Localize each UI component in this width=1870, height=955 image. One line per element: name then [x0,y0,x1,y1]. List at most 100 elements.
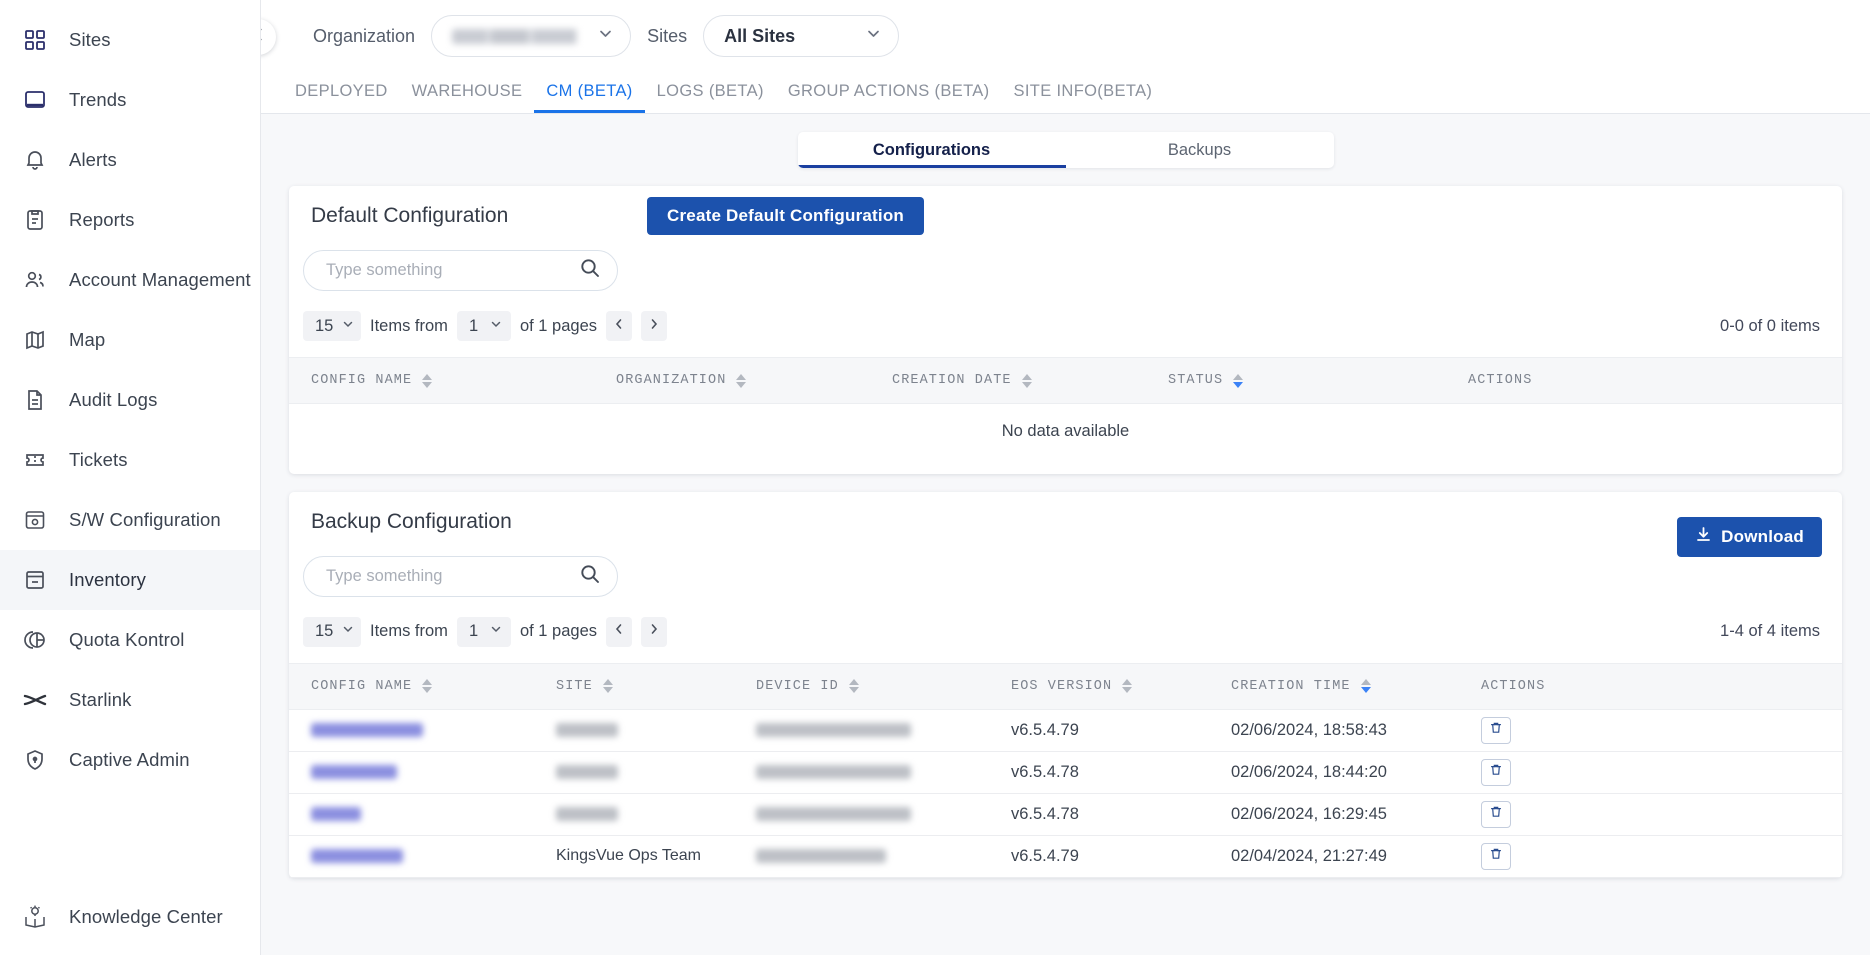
sort-toggle[interactable] [1361,679,1371,693]
backup-prev-page-button[interactable] [606,617,632,647]
cell-actions [1459,835,1842,877]
sidebar-collapse-button[interactable] [261,19,276,55]
sidebar-item-alerts[interactable]: Alerts [0,130,260,190]
chevron-down-icon [489,317,503,336]
column-eos-version[interactable]: EOS VERSION [989,663,1209,709]
column-creation-date[interactable]: CREATION DATE [870,358,1146,404]
sidebar-item-starlink[interactable]: Starlink [0,670,260,730]
organization-select[interactable] [431,15,631,57]
column-organization[interactable]: ORGANIZATION [594,358,870,404]
default-table-body: No data available [289,404,1842,460]
default-prev-page-button[interactable] [606,311,632,341]
tab-logs-beta[interactable]: LOGS (BETA) [645,82,776,113]
cell-config-name[interactable] [289,793,534,835]
backup-of-pages-label: of 1 pages [520,622,597,641]
table-row[interactable]: v6.5.4.79 02/06/2024, 18:58:43 [289,709,1842,751]
default-configuration-card: Default Configuration Create Default Con… [289,186,1842,474]
organization-label: Organization [313,26,415,47]
column-label: CREATION DATE [892,373,1012,388]
backup-configuration-title: Backup Configuration [289,510,512,534]
chevron-down-icon [341,622,355,641]
download-button[interactable]: Download [1677,517,1822,557]
sort-toggle[interactable] [1122,679,1132,693]
default-next-page-button[interactable] [641,311,667,341]
sidebar: Sites Trends Alerts [0,0,261,955]
bell-icon [21,146,49,174]
search-icon[interactable] [579,257,601,284]
sort-toggle[interactable] [603,679,613,693]
tab-cm-beta[interactable]: CM (BETA) [534,82,644,113]
sort-toggle[interactable] [849,679,859,693]
sidebar-item-label: Trends [69,89,127,111]
default-page-size-select[interactable]: 15 [303,311,361,341]
sidebar-item-captive-admin[interactable]: Captive Admin [0,730,260,790]
table-row[interactable]: KingsVue Ops Team v6.5.4.79 02/04/2024, … [289,835,1842,877]
column-status[interactable]: STATUS [1146,358,1446,404]
backup-search-input[interactable] [326,567,556,586]
cell-config-name[interactable] [289,709,534,751]
backup-page-size-select[interactable]: 15 [303,617,361,647]
table-row[interactable]: v6.5.4.78 02/06/2024, 16:29:45 [289,793,1842,835]
chevron-down-icon [865,25,882,47]
sort-toggle[interactable] [1233,374,1243,388]
sort-toggle[interactable] [422,374,432,388]
sidebar-item-sw-configuration[interactable]: S/W Configuration [0,490,260,550]
sidebar-item-account-management[interactable]: Account Management [0,250,260,310]
sidebar-item-inventory[interactable]: Inventory [0,550,260,610]
sidebar-item-trends[interactable]: Trends [0,70,260,130]
column-site[interactable]: SITE [534,663,734,709]
tab-deployed[interactable]: DEPLOYED [283,82,400,113]
sidebar-item-quota-kontrol[interactable]: Quota Kontrol [0,610,260,670]
column-config-name[interactable]: CONFIG NAME [289,663,534,709]
delete-row-button[interactable] [1481,717,1511,744]
tab-group-actions-beta[interactable]: GROUP ACTIONS (BETA) [776,82,1002,113]
column-creation-time[interactable]: CREATION TIME [1209,663,1459,709]
sort-toggle[interactable] [736,374,746,388]
sidebar-item-label: S/W Configuration [69,509,221,531]
cell-config-name[interactable] [289,751,534,793]
default-page-number-select[interactable]: 1 [457,311,511,341]
sidebar-item-audit-logs[interactable]: Audit Logs [0,370,260,430]
cell-actions [1459,793,1842,835]
tab-site-info-beta[interactable]: SITE INFO(BETA) [1001,82,1164,113]
cell-eos-version: v6.5.4.79 [989,709,1209,751]
delete-row-button[interactable] [1481,759,1511,786]
sidebar-item-map[interactable]: Map [0,310,260,370]
tab-warehouse[interactable]: WAREHOUSE [400,82,535,113]
delete-row-button[interactable] [1481,843,1511,870]
sidebar-item-label: Audit Logs [69,389,157,411]
column-config-name[interactable]: CONFIG NAME [289,358,594,404]
sidebar-item-tickets[interactable]: Tickets [0,430,260,490]
default-search-input[interactable] [326,261,556,280]
backup-items-count: 1-4 of 4 items [1720,622,1820,641]
table-row[interactable]: v6.5.4.78 02/06/2024, 18:44:20 [289,751,1842,793]
search-icon[interactable] [579,563,601,590]
pie-chart-icon [21,626,49,654]
sites-select[interactable]: All Sites [703,15,899,57]
cell-config-name[interactable] [289,835,534,877]
backup-pager: 15 Items from 1 of 1 pages [289,597,1842,663]
default-search-box[interactable] [303,250,618,291]
backup-search-box[interactable] [303,556,618,597]
column-label: STATUS [1168,373,1223,388]
backup-page-number-select[interactable]: 1 [457,617,511,647]
sidebar-item-knowledge-center[interactable]: Knowledge Center [0,887,260,947]
create-default-configuration-button[interactable]: Create Default Configuration [647,197,924,235]
default-table-head: CONFIG NAME ORGANIZATION [289,358,1842,404]
sidebar-item-sites[interactable]: Sites [0,10,260,70]
trash-icon [1489,805,1503,824]
column-device-id[interactable]: DEVICE ID [734,663,989,709]
sidebar-item-label: Tickets [69,449,128,471]
configurations-backups-toggle-wrap: Configurations Backups [273,114,1858,168]
segment-configurations[interactable]: Configurations [798,132,1066,168]
sort-toggle[interactable] [422,679,432,693]
delete-row-button[interactable] [1481,801,1511,828]
sites-value: All Sites [724,26,795,47]
backup-next-page-button[interactable] [641,617,667,647]
sidebar-item-label: Captive Admin [69,749,190,771]
sidebar-item-reports[interactable]: Reports [0,190,260,250]
backup-table-head: CONFIG NAME SITE [289,663,1842,709]
organization-value [452,29,583,44]
sort-toggle[interactable] [1022,374,1032,388]
segment-backups[interactable]: Backups [1066,132,1334,168]
